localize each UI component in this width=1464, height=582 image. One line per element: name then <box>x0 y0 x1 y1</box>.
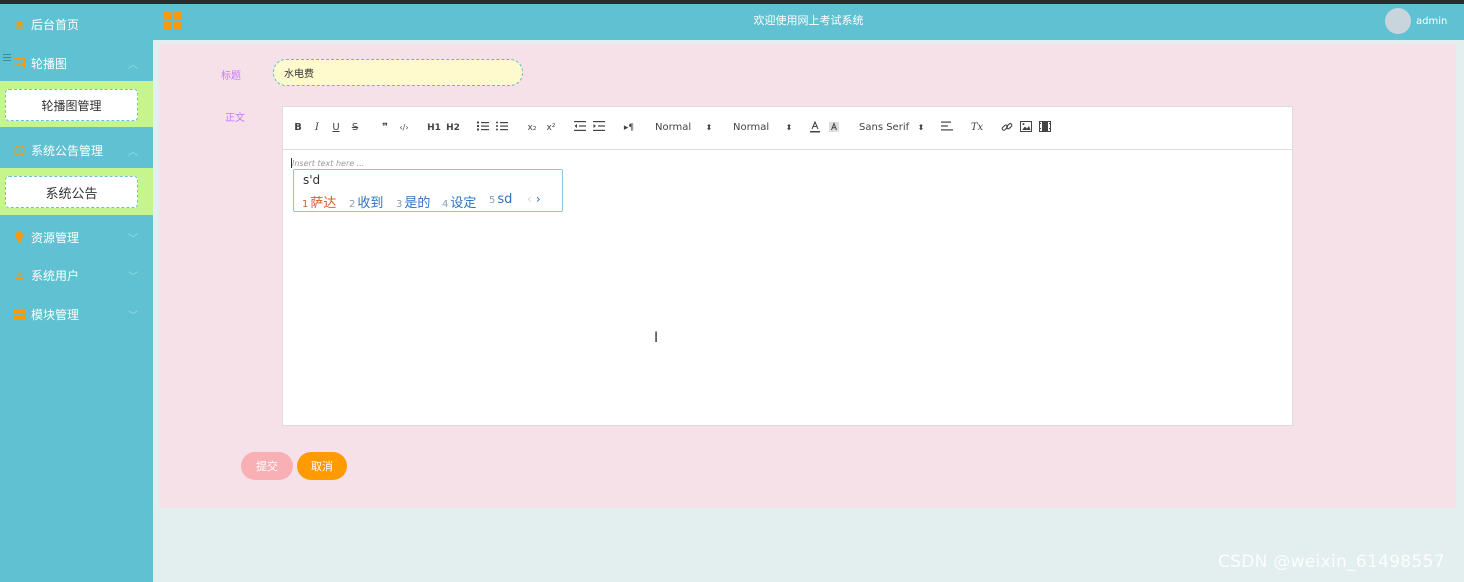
sidebar-item-label: 模块管理 <box>31 307 80 322</box>
sidebar-subitem-label: 轮播图管理 <box>41 98 102 113</box>
chevron-down-icon: ﹀ <box>128 233 138 245</box>
h2-button[interactable]: H2 <box>445 121 461 135</box>
background-color-icon <box>829 122 839 132</box>
ime-candidate[interactable]: 5 sd <box>489 192 512 207</box>
strike-button[interactable]: S <box>349 121 361 135</box>
image-icon <box>12 56 26 70</box>
user-icon <box>12 268 26 282</box>
sidebar-item-label: 系统公告管理 <box>31 143 104 158</box>
size-select[interactable]: Normal <box>655 121 707 135</box>
main-content: 标题 水电费 正文 B I U S ❞ ‹/› H1 H2 x₂ x² ▸¶ N… <box>153 40 1464 582</box>
ime-candidate[interactable]: 1 萨达 <box>302 192 336 211</box>
submenu-announcement: 系统公告 <box>0 168 153 215</box>
image-button[interactable] <box>1019 121 1033 135</box>
sidebar-subitem-label: 系统公告 <box>45 186 98 202</box>
title-input-value: 水电费 <box>284 69 314 80</box>
header-select[interactable]: Normal <box>733 121 785 135</box>
submit-button[interactable]: 提交 <box>241 452 293 480</box>
indent-icon <box>593 121 605 131</box>
sidebar-item-carousel[interactable]: 轮播图 ︿ <box>0 45 153 81</box>
sidebar-item-resources[interactable]: 资源管理 ﹀ <box>0 219 153 255</box>
font-select-caret-icon: ⬍ <box>917 123 925 132</box>
form-panel: 标题 水电费 正文 B I U S ❞ ‹/› H1 H2 x₂ x² ▸¶ N… <box>159 44 1456 508</box>
sidebar-item-label: 资源管理 <box>31 230 80 245</box>
submenu-carousel: 轮播图管理 <box>0 81 153 127</box>
watermark: CSDN @weixin_61498557 <box>1218 552 1445 572</box>
subscript-button[interactable]: x₂ <box>524 121 540 135</box>
header-title: 欢迎使用网上考试系统 <box>753 14 864 27</box>
clean-format-button[interactable]: Tx <box>970 121 984 135</box>
background-color-button[interactable] <box>827 121 841 135</box>
sidebar-subitem-carousel-manage[interactable]: 轮播图管理 <box>5 89 138 121</box>
sidebar-item-label: 轮播图 <box>31 56 68 71</box>
bullet-list-icon <box>496 121 508 131</box>
editor-placeholder: Insert text here ... <box>292 159 365 168</box>
grid-icon <box>12 307 26 321</box>
ime-composition: s'd <box>303 173 321 187</box>
ime-next-icon: › <box>535 192 541 206</box>
superscript-button[interactable]: x² <box>543 121 559 135</box>
align-left-icon <box>941 121 953 131</box>
sidebar-subitem-announcement[interactable]: 系统公告 <box>5 176 138 208</box>
italic-button[interactable]: I <box>311 121 323 135</box>
sidebar-item-announcement[interactable]: 系统公告管理 ︿ <box>0 132 153 168</box>
ime-page-nav[interactable]: ‹ › <box>527 192 541 206</box>
sidebar-item-users[interactable]: 系统用户 ﹀ <box>0 257 153 293</box>
content-label: 正文 <box>225 113 245 124</box>
blockquote-button[interactable]: ❞ <box>378 121 392 135</box>
sidebar-item-label: 系统用户 <box>31 268 80 283</box>
ordered-list-icon <box>477 121 489 131</box>
underline-button[interactable]: U <box>330 121 342 135</box>
sidebar-item-home[interactable]: 后台首页 <box>0 6 153 42</box>
link-button[interactable] <box>1000 121 1014 135</box>
outdent-button[interactable] <box>573 121 587 135</box>
ime-prev-icon: ‹ <box>527 192 532 206</box>
title-label: 标题 <box>221 71 241 82</box>
lightbulb-icon <box>12 230 26 244</box>
mouse-ibeam-cursor-icon: I <box>654 330 659 346</box>
sidebar: 后台首页 轮播图 ︿ 轮播图管理 系统公告管理 ︿ 系统公告 资源管理 ﹀ 系统… <box>0 4 153 582</box>
font-select[interactable]: Sans Serif <box>859 121 915 135</box>
avatar[interactable] <box>1385 8 1411 34</box>
sidebar-item-modules[interactable]: 模块管理 ﹀ <box>0 296 153 332</box>
username[interactable]: admin <box>1416 16 1447 27</box>
size-select-caret-icon: ⬍ <box>705 123 713 132</box>
header-select-caret-icon: ⬍ <box>785 123 793 132</box>
info-icon <box>12 143 26 157</box>
ime-candidate-window: s'd 1 萨达 2 收到 3 是的 4 设定 5 sd ‹ › <box>293 169 563 212</box>
ime-candidate[interactable]: 4 设定 <box>442 192 476 211</box>
ordered-list-button[interactable] <box>476 121 490 135</box>
indent-button[interactable] <box>592 121 606 135</box>
chevron-up-icon: ︿ <box>128 146 138 158</box>
text-color-icon <box>810 120 820 133</box>
ime-candidate[interactable]: 3 是的 <box>396 192 430 211</box>
chevron-down-icon: ﹀ <box>128 310 138 322</box>
rich-text-editor: B I U S ❞ ‹/› H1 H2 x₂ x² ▸¶ Normal ⬍ No… <box>282 106 1293 426</box>
video-button[interactable] <box>1038 121 1052 135</box>
bold-button[interactable]: B <box>292 121 304 135</box>
editor-toolbar: B I U S ❞ ‹/› H1 H2 x₂ x² ▸¶ Normal ⬍ No… <box>283 107 1292 150</box>
cancel-button[interactable]: 取消 <box>297 452 347 480</box>
title-input[interactable]: 水电费 <box>273 59 523 86</box>
direction-button[interactable]: ▸¶ <box>621 121 637 135</box>
video-icon <box>1039 121 1051 132</box>
link-icon <box>1001 123 1013 131</box>
home-icon <box>12 17 26 31</box>
ime-candidate[interactable]: 2 收到 <box>349 192 383 211</box>
image-icon <box>1020 121 1032 132</box>
h1-button[interactable]: H1 <box>426 121 442 135</box>
chevron-down-icon: ﹀ <box>128 271 138 283</box>
text-caret <box>291 158 292 168</box>
chevron-up-icon: ︿ <box>128 59 138 71</box>
top-header: 欢迎使用网上考试系统 admin <box>153 4 1464 40</box>
bullet-list-button[interactable] <box>495 121 509 135</box>
align-button[interactable] <box>940 121 954 135</box>
sidebar-item-label: 后台首页 <box>31 17 80 32</box>
text-color-button[interactable] <box>808 120 822 135</box>
code-button[interactable]: ‹/› <box>396 121 412 135</box>
outdent-icon <box>574 121 586 131</box>
